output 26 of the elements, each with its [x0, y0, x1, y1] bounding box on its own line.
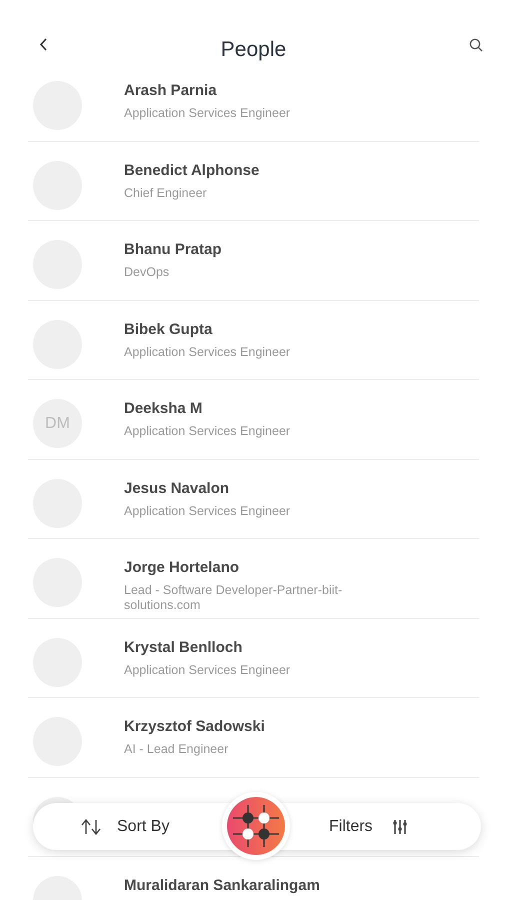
person-name[interactable]: Bibek Gupta	[124, 320, 212, 340]
page-title: People	[220, 37, 286, 63]
person-role: AI - Lead Engineer	[124, 742, 228, 757]
filter-sliders-icon	[392, 818, 407, 836]
back-icon[interactable]	[39, 38, 48, 51]
sort-button[interactable]: Sort By	[80, 814, 170, 840]
person-role: Application Services Engineer	[124, 424, 290, 439]
person-name[interactable]: Benedict Alphonse	[124, 160, 260, 180]
person-name[interactable]: Deeksha M	[124, 399, 202, 419]
person-role: Application Services Engineer	[124, 344, 290, 360]
person-name[interactable]: Arash Parnia	[124, 81, 217, 101]
person-role: DevOps	[124, 265, 170, 280]
person-role: Chief Engineer	[124, 186, 207, 200]
grid-dots-icon	[227, 797, 285, 855]
filters-button[interactable]: Filters	[329, 814, 407, 840]
search-icon[interactable]	[469, 38, 483, 52]
person-name[interactable]: Krystal Benlloch	[124, 638, 242, 658]
person-name[interactable]: Jesus Navalon	[124, 478, 230, 498]
person-name[interactable]: Bhanu Pratap	[124, 240, 222, 260]
person-name[interactable]: Jorge Hortelano	[124, 558, 240, 578]
person-role: Application Services Engineer	[124, 504, 290, 518]
person-name[interactable]: Muralidaran Sankaralingam	[124, 876, 320, 896]
person-role: Lead - Software Developer-Partner-biit-solutions.com	[124, 583, 344, 613]
person-name[interactable]: Krzysztof Sadowski	[124, 717, 265, 737]
person-role: Application Services Engineer	[124, 662, 290, 678]
person-role: Application Services Engineer	[124, 106, 290, 121]
